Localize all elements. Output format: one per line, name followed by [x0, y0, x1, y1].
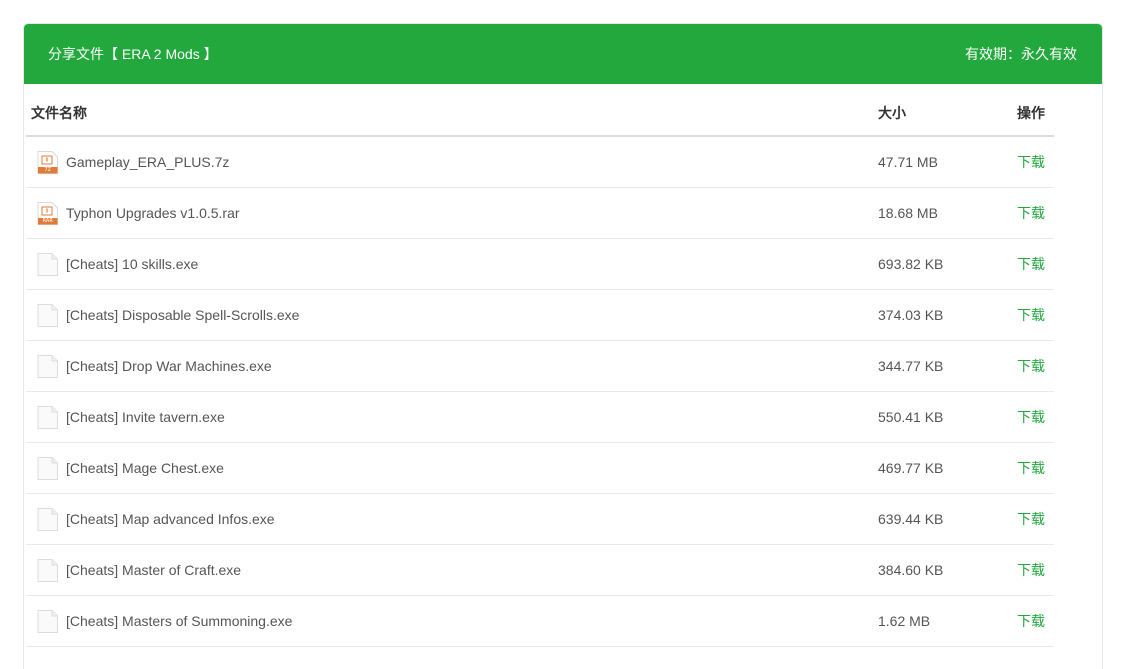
download-link[interactable]: 下载 — [1009, 407, 1054, 427]
table-row: [Cheats] Invite tavern.exe 550.41 KB 下载 — [26, 392, 1054, 443]
file-name-cell: [Cheats] 10 skills.exe — [26, 252, 874, 276]
file-name[interactable]: Typhon Upgrades v1.0.5.rar — [66, 205, 240, 221]
table-row: [Cheats] Masters of Summoning.exe 1.62 MB… — [26, 596, 1054, 647]
download-link[interactable]: 下载 — [1009, 560, 1054, 580]
file-size: 550.41 KB — [878, 409, 944, 425]
file-icon — [37, 354, 58, 378]
table-row: RAR Typhon Upgrades v1.0.5.rar 18.68 MB 下载 — [26, 188, 1054, 239]
file-name[interactable]: [Cheats] Mage Chest.exe — [66, 460, 224, 476]
archive-rar-icon: RAR — [37, 201, 58, 225]
download-link[interactable]: 下载 — [1009, 458, 1054, 478]
column-header-action: 操作 — [1017, 104, 1045, 121]
file-icon — [37, 405, 58, 429]
table-row: [Cheats] Map advanced Infos.exe 639.44 KB… — [26, 494, 1054, 545]
file-name-cell: 7Z Gameplay_ERA_PLUS.7z — [26, 150, 874, 174]
file-size: 384.60 KB — [878, 562, 944, 578]
file-name-cell: [Cheats] Mage Chest.exe — [26, 456, 874, 480]
expiry-label: 有效期：永久有效 — [965, 46, 1077, 62]
table-row: [Cheats] Drop War Machines.exe 344.77 KB 下… — [26, 341, 1054, 392]
file-size: 18.68 MB — [878, 205, 938, 221]
file-name-cell: [Cheats] Invite tavern.exe — [26, 405, 874, 429]
file-table: 文件名称 大小 操作 7Z Gameplay_ERA_PLUS.7z 47.71 M… — [26, 90, 1054, 647]
file-name-cell: [Cheats] Masters of Summoning.exe — [26, 609, 874, 633]
archive-7z-icon: 7Z — [37, 150, 58, 174]
file-size: 47.71 MB — [878, 154, 938, 170]
file-icon — [37, 507, 58, 531]
file-name-cell: RAR Typhon Upgrades v1.0.5.rar — [26, 201, 874, 225]
download-link[interactable]: 下载 — [1009, 305, 1054, 325]
file-name-cell: [Cheats] Drop War Machines.exe — [26, 354, 874, 378]
download-link[interactable]: 下载 — [1009, 611, 1054, 631]
share-title: 分享文件【 ERA 2 Mods 】 — [48, 46, 218, 62]
file-name[interactable]: [Cheats] 10 skills.exe — [66, 256, 198, 272]
download-link[interactable]: 下载 — [1009, 203, 1054, 223]
file-name[interactable]: [Cheats] Disposable Spell-Scrolls.exe — [66, 307, 299, 323]
file-size: 374.03 KB — [878, 307, 944, 323]
column-header-size: 大小 — [878, 104, 906, 121]
file-icon — [37, 456, 58, 480]
file-name[interactable]: [Cheats] Invite tavern.exe — [66, 409, 225, 425]
file-size: 1.62 MB — [878, 613, 931, 629]
file-icon — [37, 558, 58, 582]
file-name[interactable]: [Cheats] Map advanced Infos.exe — [66, 511, 275, 527]
file-name[interactable]: [Cheats] Master of Craft.exe — [66, 562, 241, 578]
download-link[interactable]: 下载 — [1009, 509, 1054, 529]
file-size: 469.77 KB — [878, 460, 944, 476]
file-icon — [37, 252, 58, 276]
table-row: [Cheats] Master of Craft.exe 384.60 KB 下载 — [26, 545, 1054, 596]
download-link[interactable]: 下载 — [1009, 254, 1054, 274]
table-body: 7Z Gameplay_ERA_PLUS.7z 47.71 MB 下载 RAR Typho… — [26, 137, 1054, 647]
panel-header: 分享文件【 ERA 2 Mods 】 有效期：永久有效 — [24, 24, 1102, 84]
file-name-cell: [Cheats] Disposable Spell-Scrolls.exe — [26, 303, 874, 327]
download-link[interactable]: 下载 — [1009, 152, 1054, 172]
file-name[interactable]: [Cheats] Drop War Machines.exe — [66, 358, 272, 374]
file-icon — [37, 609, 58, 633]
column-header-name: 文件名称 — [31, 104, 87, 121]
file-type-badge: 7Z — [44, 166, 52, 173]
table-row: 7Z Gameplay_ERA_PLUS.7z 47.71 MB 下载 — [26, 137, 1054, 188]
download-link[interactable]: 下载 — [1009, 356, 1054, 376]
file-name-cell: [Cheats] Master of Craft.exe — [26, 558, 874, 582]
file-name[interactable]: Gameplay_ERA_PLUS.7z — [66, 154, 229, 170]
file-type-badge: RAR — [42, 217, 53, 224]
table-row: [Cheats] Mage Chest.exe 469.77 KB 下载 — [26, 443, 1054, 494]
file-name[interactable]: [Cheats] Masters of Summoning.exe — [66, 613, 292, 629]
file-size: 639.44 KB — [878, 511, 944, 527]
file-size: 344.77 KB — [878, 358, 944, 374]
table-header: 文件名称 大小 操作 — [26, 90, 1054, 137]
file-name-cell: [Cheats] Map advanced Infos.exe — [26, 507, 874, 531]
table-row: [Cheats] 10 skills.exe 693.82 KB 下载 — [26, 239, 1054, 290]
table-row: [Cheats] Disposable Spell-Scrolls.exe 374… — [26, 290, 1054, 341]
file-size: 693.82 KB — [878, 256, 944, 272]
file-icon — [37, 303, 58, 327]
